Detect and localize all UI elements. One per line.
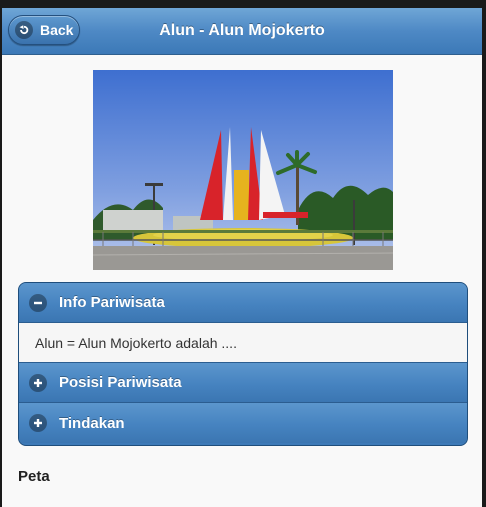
- accordion-header-tindakan[interactable]: Tindakan: [19, 403, 467, 443]
- map-heading: Peta: [18, 468, 50, 485]
- accordion-content-info-pariwisata: Alun = Alun Mojokerto adalah ....: [19, 323, 467, 363]
- accordion-label: Info Pariwisata: [59, 294, 165, 311]
- accordion-header-posisi-pariwisata[interactable]: Posisi Pariwisata: [19, 363, 467, 403]
- info-accordion: Info Pariwisata Alun = Alun Mojokerto ad…: [18, 282, 468, 446]
- info-text: Alun = Alun Mojokerto adalah ....: [35, 335, 237, 351]
- accordion-label: Tindakan: [59, 415, 125, 432]
- plus-icon: [29, 374, 47, 392]
- page-title: Alun - Alun Mojokerto: [2, 8, 482, 54]
- minus-icon: [29, 294, 47, 312]
- accordion-label: Posisi Pariwisata: [59, 374, 182, 391]
- monument-photo: [93, 70, 393, 270]
- plus-icon: [29, 414, 47, 432]
- accordion-header-info-pariwisata[interactable]: Info Pariwisata: [19, 283, 467, 323]
- app-screen: Back Alun - Alun Mojokerto: [2, 8, 482, 507]
- header-bar: Back Alun - Alun Mojokerto: [2, 8, 482, 55]
